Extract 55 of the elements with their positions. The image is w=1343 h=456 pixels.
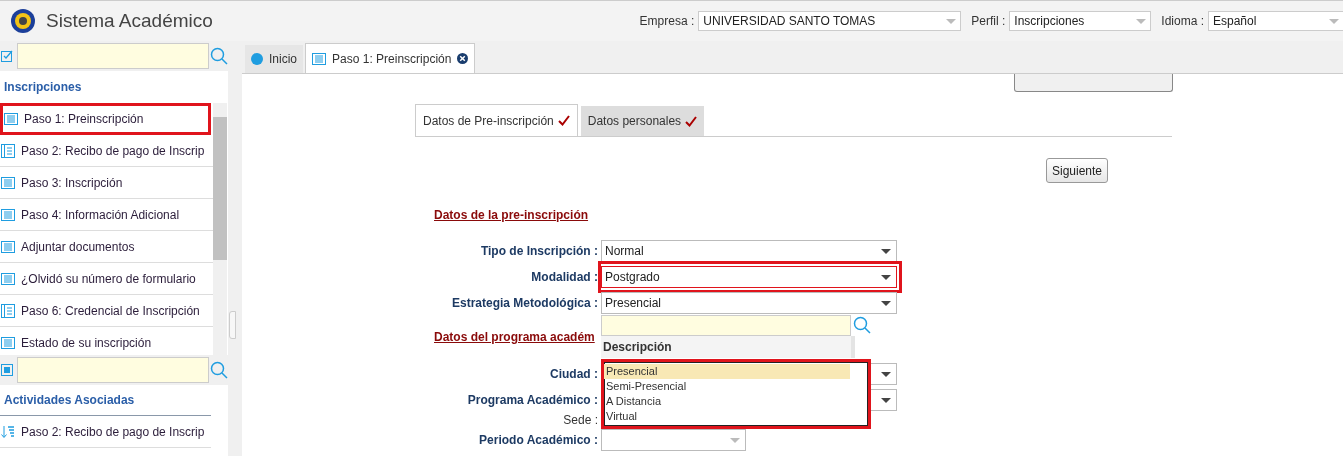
selector-dropdown[interactable]: Español	[1208, 11, 1343, 31]
tab[interactable]: Paso 1: Preinscripción	[305, 43, 476, 73]
section-title: Datos de la pre-inscripción	[434, 207, 589, 224]
logo-icon	[10, 8, 36, 34]
tab[interactable]: Inicio	[245, 45, 303, 73]
app-title: Sistema Académico	[46, 10, 213, 32]
search-icon[interactable]	[210, 47, 228, 65]
checkbox-icon[interactable]	[1, 50, 13, 62]
selector-label: Empresa :	[639, 14, 695, 28]
column-header: Descripción	[602, 339, 673, 356]
sidebar-item[interactable]: Paso 6: Credencial de Inscripción	[0, 295, 213, 327]
field-label: Sede :	[562, 413, 598, 427]
close-icon[interactable]	[457, 53, 469, 64]
circle-icon	[251, 53, 263, 65]
sidebar-item[interactable]: ¿Olvidó su número de formulario	[0, 263, 213, 295]
field-label: Ciudad :	[549, 367, 598, 381]
field-label: Tipo de Inscripción :	[479, 244, 598, 258]
section-title: Datos del programa académ	[434, 329, 595, 346]
sort-icon	[1, 424, 15, 439]
field-label: Modalidad :	[530, 270, 598, 284]
sidebar-item[interactable]: Paso 4: Información Adicional	[0, 199, 213, 231]
sidebar-item[interactable]: Paso 1: Preinscripción	[0, 103, 211, 135]
selector-dropdown[interactable]: UNIVERSIDAD SANTO TOMAS	[698, 11, 962, 31]
select-field[interactable]: Postgrado	[601, 266, 897, 288]
form-tab[interactable]: Datos de Pre-inscripción	[415, 104, 578, 136]
field-label: Estrategia Metodológica :	[450, 296, 598, 310]
dropdown-option[interactable]: Semi-Presencial	[604, 379, 850, 394]
search-icon[interactable]	[210, 361, 228, 379]
selector-label: Perfil :	[971, 14, 1006, 28]
button-edge[interactable]	[1014, 74, 1173, 92]
menu-heading: Inscripciones	[3, 79, 83, 96]
field-label: Programa Académico :	[466, 393, 598, 407]
filter-field[interactable]	[601, 314, 851, 336]
search-field[interactable]	[17, 43, 209, 69]
field-label: Periodo Académico :	[478, 433, 598, 447]
sidebar-item[interactable]: Paso 3: Inscripción	[0, 167, 213, 199]
square-icon[interactable]	[1, 364, 13, 376]
next-button[interactable]: Siguiente	[1046, 158, 1109, 183]
dropdown-option[interactable]: A Distancia	[604, 394, 850, 409]
check-icon	[557, 115, 570, 126]
select-field[interactable]: Normal	[601, 240, 897, 262]
collapse-handle[interactable]	[229, 311, 236, 339]
selector-dropdown[interactable]: Inscripciones	[1009, 11, 1152, 31]
selector-label: Idioma :	[1161, 14, 1204, 28]
search-icon[interactable]	[853, 316, 871, 334]
check-icon	[685, 115, 698, 127]
search-field[interactable]	[17, 357, 209, 383]
activities-heading: Actividades Asociadas	[0, 385, 211, 416]
dropdown-option[interactable]: Presencial	[604, 364, 850, 379]
scrollbar[interactable]	[213, 103, 227, 355]
sidebar-item[interactable]: Paso 2: Recibo de pago de Inscrip	[0, 135, 213, 167]
activity-item[interactable]: Paso 2: Recibo de pago de Inscrip	[0, 416, 211, 448]
sidebar-item[interactable]: Adjuntar documentos	[0, 231, 213, 263]
dropdown-option[interactable]: Virtual	[604, 409, 850, 424]
form-tab[interactable]: Datos personales	[580, 106, 705, 136]
